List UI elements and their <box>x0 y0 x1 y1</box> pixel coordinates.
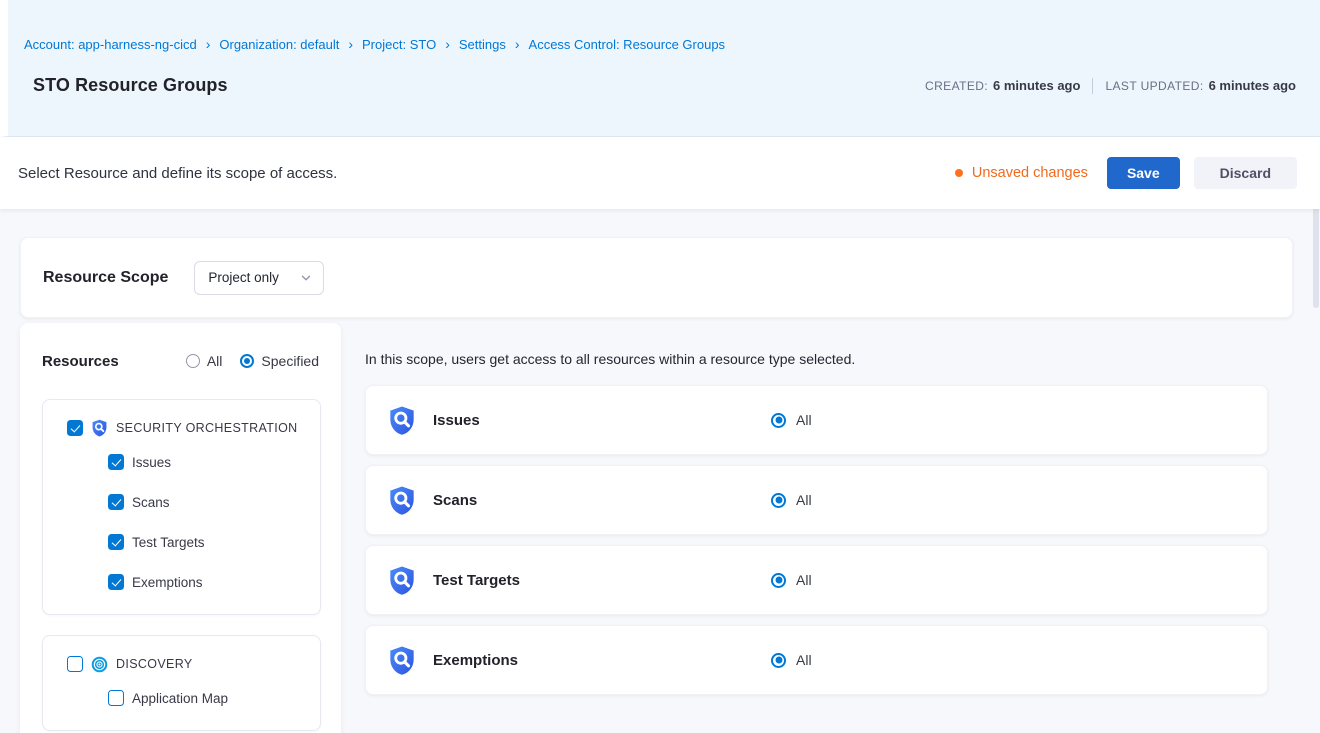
page-title: STO Resource Groups <box>33 75 228 96</box>
tree-row-application-map[interactable]: Application Map <box>108 678 310 718</box>
radio-all-icon <box>186 354 200 368</box>
chevron-down-icon <box>299 271 313 285</box>
created-value: 6 minutes ago <box>993 78 1080 93</box>
radio-access-all[interactable]: All <box>771 572 812 588</box>
resource-card-title: Exemptions <box>433 652 771 669</box>
last-updated-value: 6 minutes ago <box>1209 78 1296 93</box>
breadcrumb-project-link[interactable]: Project: STO <box>362 37 436 52</box>
tree-row-exemptions[interactable]: Exemptions <box>108 562 310 602</box>
tree-child-label: Exemptions <box>132 575 203 590</box>
resource-card-exemptions: Exemptions All <box>365 625 1268 695</box>
resource-scope-select[interactable]: Project only <box>194 261 324 295</box>
meta-info: CREATED: 6 minutes ago LAST UPDATED: 6 m… <box>925 78 1296 94</box>
breadcrumb-organization-link[interactable]: Organization: default <box>219 37 339 52</box>
unsaved-changes-badge: Unsaved changes <box>955 165 1088 181</box>
chevron-right-icon: › <box>515 37 520 51</box>
tree-child-label: Issues <box>132 455 171 470</box>
tree-row-scans[interactable]: Scans <box>108 482 310 522</box>
toolbar-description: Select Resource and define its scope of … <box>18 165 337 182</box>
chevron-right-icon: › <box>348 37 353 51</box>
resources-mode-radio-group: All Specified <box>186 353 321 369</box>
radio-specified-icon <box>240 354 254 368</box>
discard-button[interactable]: Discard <box>1194 157 1297 189</box>
tree-group-label: SECURITY ORCHESTRATION <box>116 421 298 435</box>
breadcrumb-account-link[interactable]: Account: app-harness-ng-cicd <box>24 37 197 52</box>
tree-row-issues[interactable]: Issues <box>108 442 310 482</box>
last-updated-label: LAST UPDATED: <box>1105 79 1203 93</box>
radio-access-all[interactable]: All <box>771 412 812 428</box>
tree-row-test-targets[interactable]: Test Targets <box>108 522 310 562</box>
tree-row-security-orchestration[interactable]: SECURITY ORCHESTRATION <box>67 414 310 442</box>
resource-card-title: Issues <box>433 412 771 429</box>
tree-child-label: Application Map <box>132 691 228 706</box>
radio-all[interactable]: All <box>186 353 223 369</box>
resource-card-scans: Scans All <box>365 465 1268 535</box>
scope-description: In this scope, users get access to all r… <box>365 351 1268 367</box>
resource-scope-selected-value: Project only <box>208 270 279 285</box>
resource-group-discovery: DISCOVERY Application Map <box>42 635 321 731</box>
shield-search-icon <box>388 645 416 676</box>
tree-child-label: Scans <box>132 495 170 510</box>
resource-card-test-targets: Test Targets All <box>365 545 1268 615</box>
resources-panel-title: Resources <box>42 353 119 370</box>
resource-card-issues: Issues All <box>365 385 1268 455</box>
resource-scope-card: Resource Scope Project only <box>20 237 1293 318</box>
breadcrumb: Account: app-harness-ng-cicd › Organizat… <box>24 37 1296 52</box>
access-all-label: All <box>796 572 812 588</box>
radio-selected-icon <box>771 653 786 668</box>
shield-search-icon <box>388 485 416 516</box>
radio-all-label: All <box>207 353 223 369</box>
content-area: Resource Scope Project only Resources Al… <box>0 209 1320 733</box>
radio-selected-icon <box>771 413 786 428</box>
unsaved-changes-label: Unsaved changes <box>972 165 1088 181</box>
resource-group-security-orchestration: SECURITY ORCHESTRATION Issues Scans Test… <box>42 399 321 615</box>
checkbox-security-orchestration[interactable] <box>67 420 83 436</box>
save-button[interactable]: Save <box>1107 157 1180 189</box>
checkbox-discovery[interactable] <box>67 656 83 672</box>
breadcrumb-settings-link[interactable]: Settings <box>459 37 506 52</box>
resources-panel: Resources All Specified <box>20 323 341 733</box>
shield-search-icon <box>91 419 108 437</box>
radio-specified[interactable]: Specified <box>240 353 319 369</box>
tree-row-discovery[interactable]: DISCOVERY <box>67 650 310 678</box>
checkbox-application-map[interactable] <box>108 690 124 706</box>
access-all-label: All <box>796 412 812 428</box>
resource-card-title: Test Targets <box>433 572 771 589</box>
chevron-right-icon: › <box>445 37 450 51</box>
radio-access-all[interactable]: All <box>771 492 812 508</box>
access-all-label: All <box>796 492 812 508</box>
access-all-label: All <box>796 652 812 668</box>
meta-divider <box>1092 78 1093 94</box>
unsaved-dot-icon <box>955 169 963 177</box>
tree-child-label: Test Targets <box>132 535 205 550</box>
action-toolbar: Select Resource and define its scope of … <box>0 137 1320 209</box>
page-header: Account: app-harness-ng-cicd › Organizat… <box>0 0 1320 137</box>
resource-scope-title: Resource Scope <box>43 269 168 287</box>
checkbox-test-targets[interactable] <box>108 534 124 550</box>
shield-search-icon <box>388 405 416 436</box>
radio-specified-label: Specified <box>261 353 319 369</box>
shield-search-icon <box>388 565 416 596</box>
radio-selected-icon <box>771 493 786 508</box>
resource-card-title: Scans <box>433 492 771 509</box>
chevron-right-icon: › <box>206 37 211 51</box>
breadcrumb-access-control-link[interactable]: Access Control: Resource Groups <box>529 37 726 52</box>
checkbox-exemptions[interactable] <box>108 574 124 590</box>
checkbox-issues[interactable] <box>108 454 124 470</box>
created-label: CREATED: <box>925 79 988 93</box>
radio-selected-icon <box>771 573 786 588</box>
tree-group-label: DISCOVERY <box>116 657 193 671</box>
resource-access-main: In this scope, users get access to all r… <box>365 323 1293 705</box>
radar-icon <box>91 656 108 673</box>
radio-access-all[interactable]: All <box>771 652 812 668</box>
checkbox-scans[interactable] <box>108 494 124 510</box>
